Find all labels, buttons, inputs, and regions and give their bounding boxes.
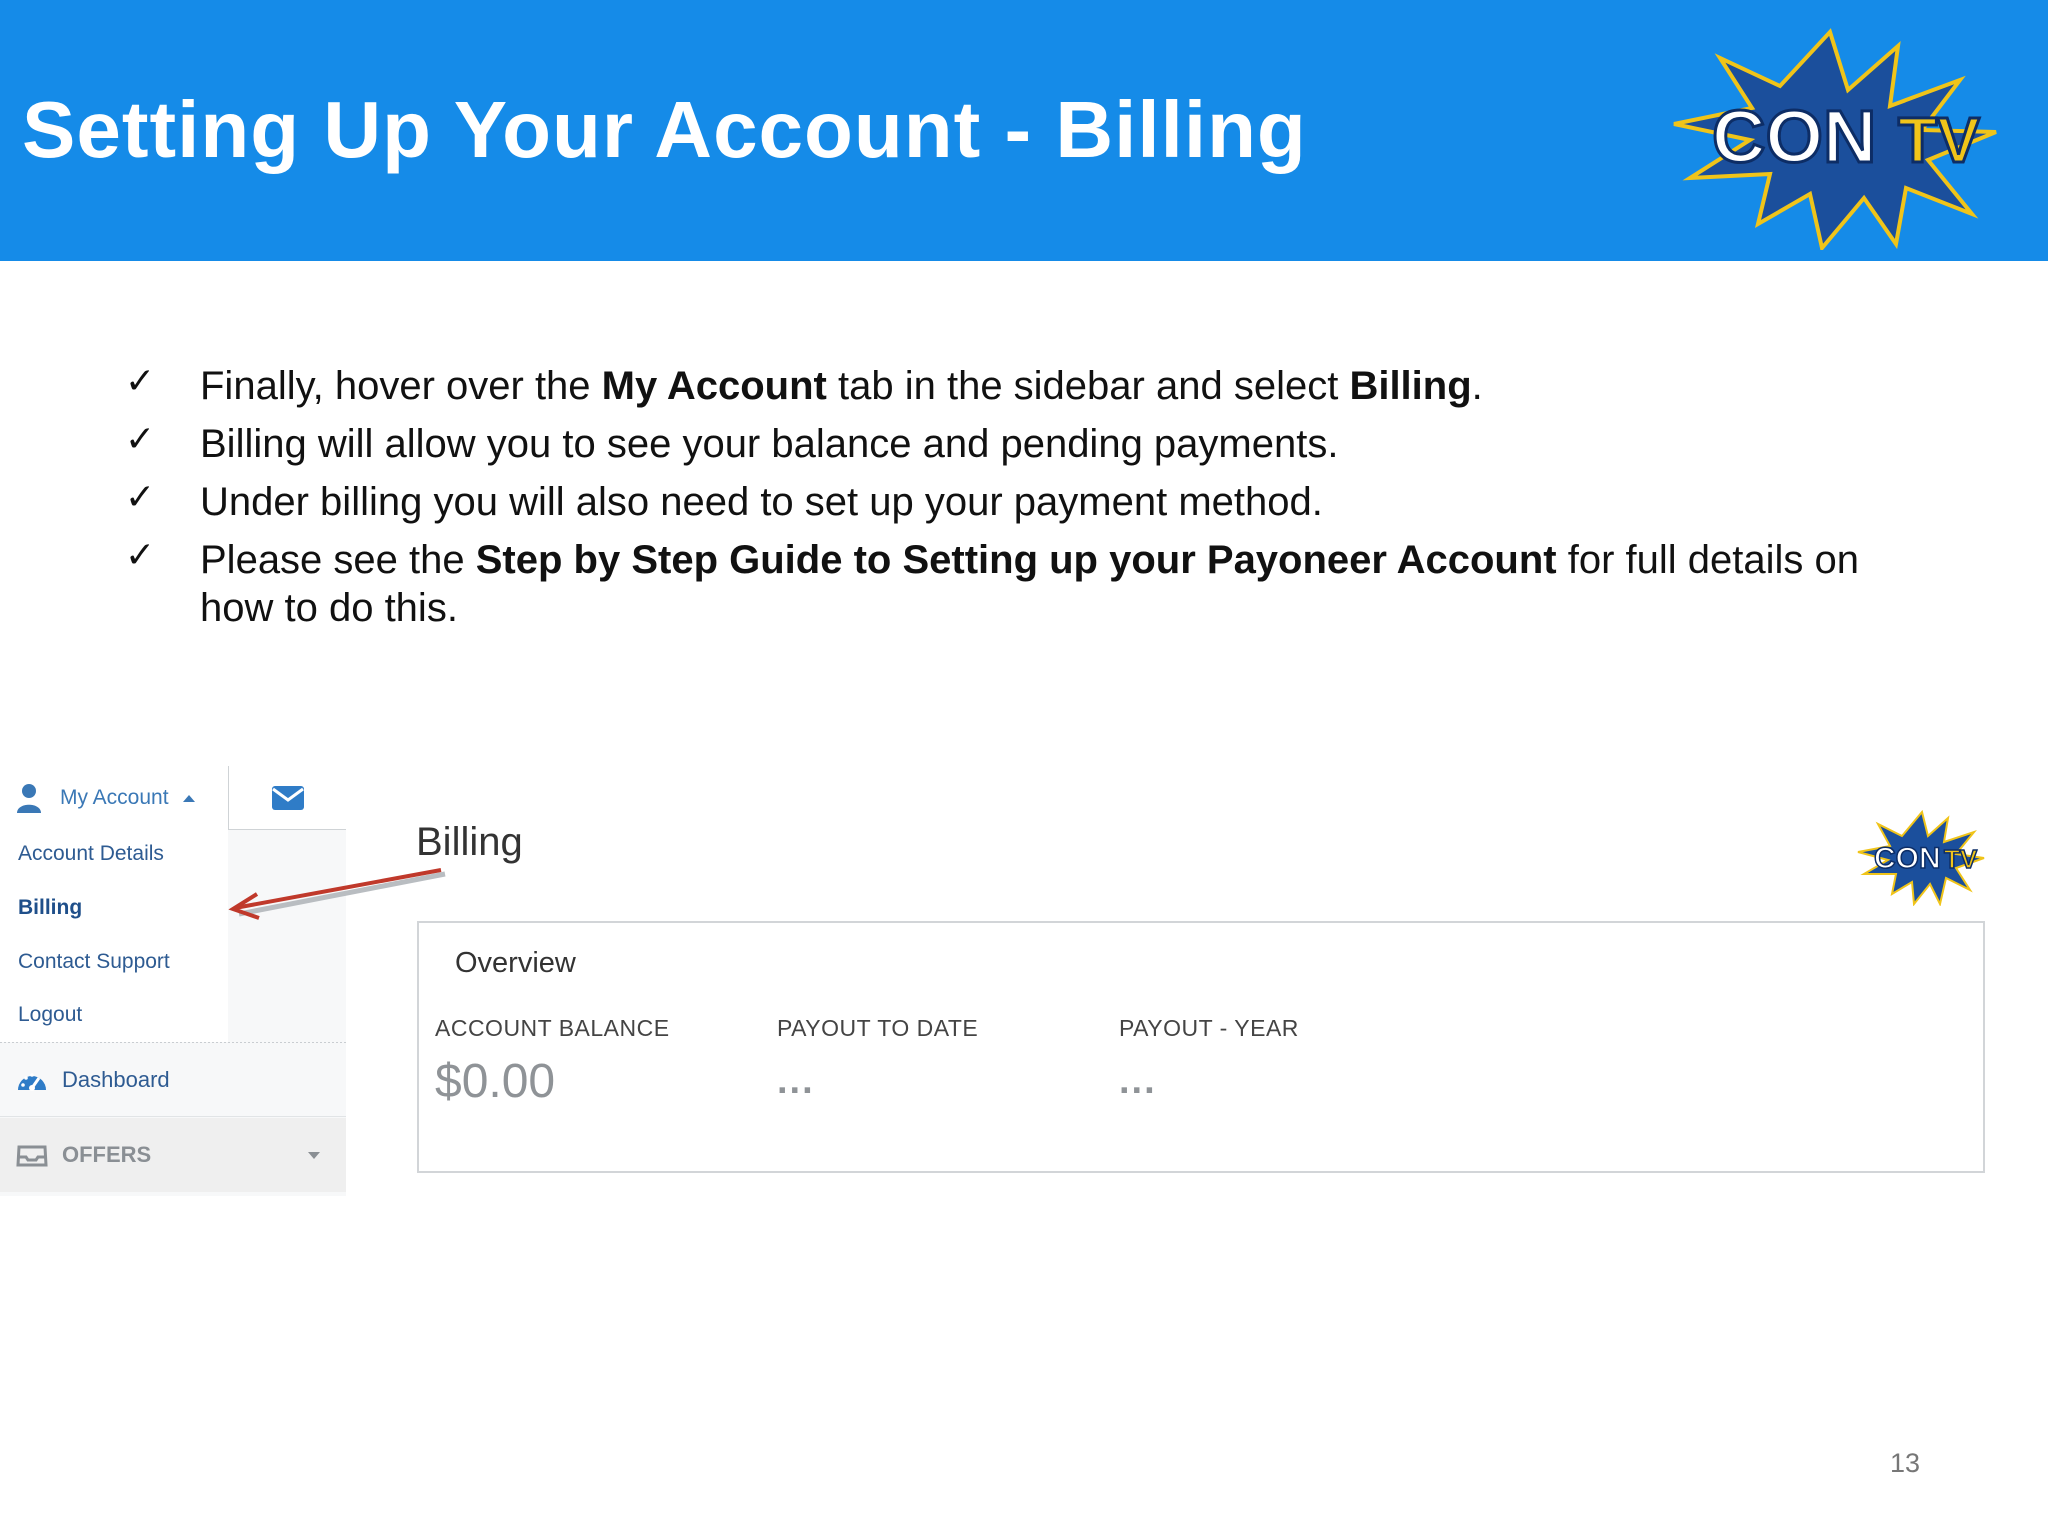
my-account-tab[interactable]: My Account xyxy=(16,778,195,818)
caret-up-icon xyxy=(182,794,195,802)
bold-text: Step by Step Guide to Setting up your Pa… xyxy=(475,538,1557,582)
my-account-label: My Account xyxy=(60,786,169,809)
inbox-icon xyxy=(16,1145,48,1167)
sidebar-item-offers[interactable]: OFFERS xyxy=(0,1118,346,1192)
billing-page-title: Billing xyxy=(416,820,523,864)
slide-header: Setting Up Your Account - Billing CON TV xyxy=(0,0,2048,261)
bullet-item: ✓ Please see the Step by Step Guide to S… xyxy=(120,535,1920,632)
pointer-arrow xyxy=(228,868,446,920)
checkmark-icon: ✓ xyxy=(125,361,156,402)
sidebar-item-account-details[interactable]: Account Details xyxy=(18,842,164,866)
overview-title: Overview xyxy=(455,947,576,979)
svg-text:CON: CON xyxy=(1712,95,1876,178)
svg-text:TV: TV xyxy=(1898,104,1980,176)
contv-logo: CON TV xyxy=(1673,28,1997,250)
checkmark-icon: ✓ xyxy=(125,477,156,518)
caret-down-icon xyxy=(308,1152,320,1159)
envelope-icon xyxy=(271,785,304,810)
stat-label: ACCOUNT BALANCE xyxy=(435,1015,670,1041)
stat-value: $0.00 xyxy=(435,1055,556,1108)
account-balance-stat: ACCOUNT BALANCE $0.00 xyxy=(435,1015,670,1109)
account-dropdown-menu: My Account Account Details Billing Conta… xyxy=(0,766,228,1042)
svg-text:CON: CON xyxy=(1874,842,1941,875)
stat-label: PAYOUT TO DATE xyxy=(777,1015,979,1041)
sidebar-item-logout[interactable]: Logout xyxy=(18,1003,82,1027)
overview-panel: Overview ACCOUNT BALANCE $0.00 PAYOUT TO… xyxy=(417,921,1985,1173)
contv-logo: CON TV xyxy=(1857,810,1985,906)
bullet-item: ✓ Finally, hover over the My Account tab… xyxy=(120,361,1920,410)
stat-label: PAYOUT - YEAR xyxy=(1119,1015,1299,1041)
dashboard-gauge-icon xyxy=(18,1072,46,1091)
bullet-item: ✓ Under billing you will also need to se… xyxy=(120,477,1920,526)
sidebar-item-billing[interactable]: Billing xyxy=(18,896,82,920)
bullet-item: ✓ Billing will allow you to see your bal… xyxy=(120,419,1920,468)
payout-to-date-stat: PAYOUT TO DATE ... xyxy=(777,1015,978,1103)
sidebar: My Account Account Details Billing Conta… xyxy=(0,766,346,1196)
messages-tab[interactable] xyxy=(228,766,346,830)
user-icon xyxy=(17,784,41,813)
bold-text: Billing xyxy=(1349,364,1472,408)
offers-label: OFFERS xyxy=(62,1142,152,1167)
dashboard-label: Dashboard xyxy=(62,1066,170,1092)
stat-value: ... xyxy=(777,1060,815,1102)
billing-screenshot: My Account Account Details Billing Conta… xyxy=(0,766,2048,1216)
payout-year-stat: PAYOUT - YEAR ... xyxy=(1119,1015,1299,1103)
checkmark-icon: ✓ xyxy=(125,535,156,576)
checkmark-icon: ✓ xyxy=(125,419,156,460)
slide-title: Setting Up Your Account - Billing xyxy=(22,85,1307,174)
stat-value: ... xyxy=(1119,1060,1157,1102)
svg-text:TV: TV xyxy=(1944,844,1978,874)
bullet-list: ✓ Finally, hover over the My Account tab… xyxy=(120,361,1920,642)
bold-text: My Account xyxy=(601,364,827,408)
page-number: 13 xyxy=(1890,1448,1921,1478)
sidebar-item-contact-support[interactable]: Contact Support xyxy=(18,950,170,974)
sidebar-item-dashboard[interactable]: Dashboard xyxy=(0,1043,346,1117)
